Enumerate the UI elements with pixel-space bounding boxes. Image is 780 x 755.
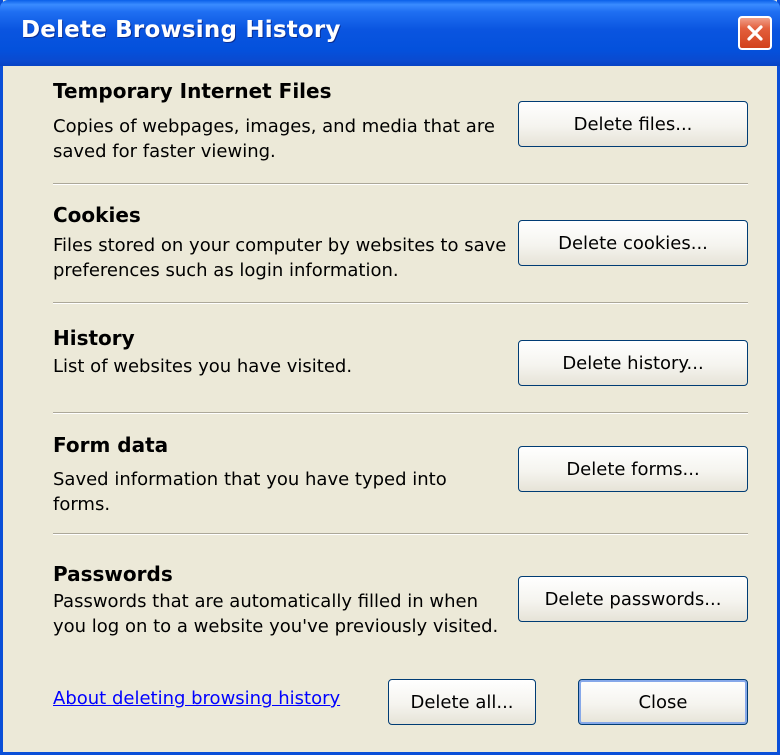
window-close-button[interactable] xyxy=(738,16,772,50)
delete-all-button[interactable]: Delete all... xyxy=(388,679,536,725)
delete-cookies-button[interactable]: Delete cookies... xyxy=(518,220,748,266)
section-title-temporary-internet-files: Temporary Internet Files xyxy=(53,79,332,103)
section-divider xyxy=(53,533,748,535)
section-title-history: History xyxy=(53,326,135,350)
delete-files-button[interactable]: Delete files... xyxy=(518,101,748,147)
close-icon xyxy=(747,25,763,41)
section-divider xyxy=(53,412,748,414)
section-divider xyxy=(53,183,748,185)
section-description-form-data: Saved information that you have typed in… xyxy=(53,469,447,515)
section-description-history: List of websites you have visited. xyxy=(53,356,353,377)
close-button[interactable]: Close xyxy=(578,679,748,725)
section-description-passwords: Passwords that are automatically filled … xyxy=(53,591,499,637)
section-divider xyxy=(53,302,748,304)
section-title-passwords: Passwords xyxy=(53,562,173,586)
section-description-temporary-internet-files: Copies of webpages, images, and media th… xyxy=(53,116,495,162)
dialog-title: Delete Browsing History xyxy=(21,17,341,43)
section-title-form-data: Form data xyxy=(53,433,169,457)
delete-history-button[interactable]: Delete history... xyxy=(518,340,748,386)
about-deleting-browsing-history-link[interactable]: About deleting browsing history xyxy=(53,688,340,709)
delete-passwords-button[interactable]: Delete passwords... xyxy=(518,576,748,622)
title-bar[interactable]: Delete Browsing History xyxy=(0,0,780,66)
section-description-cookies: Files stored on your computer by website… xyxy=(53,235,507,281)
section-title-cookies: Cookies xyxy=(53,203,141,227)
delete-forms-button[interactable]: Delete forms... xyxy=(518,446,748,492)
